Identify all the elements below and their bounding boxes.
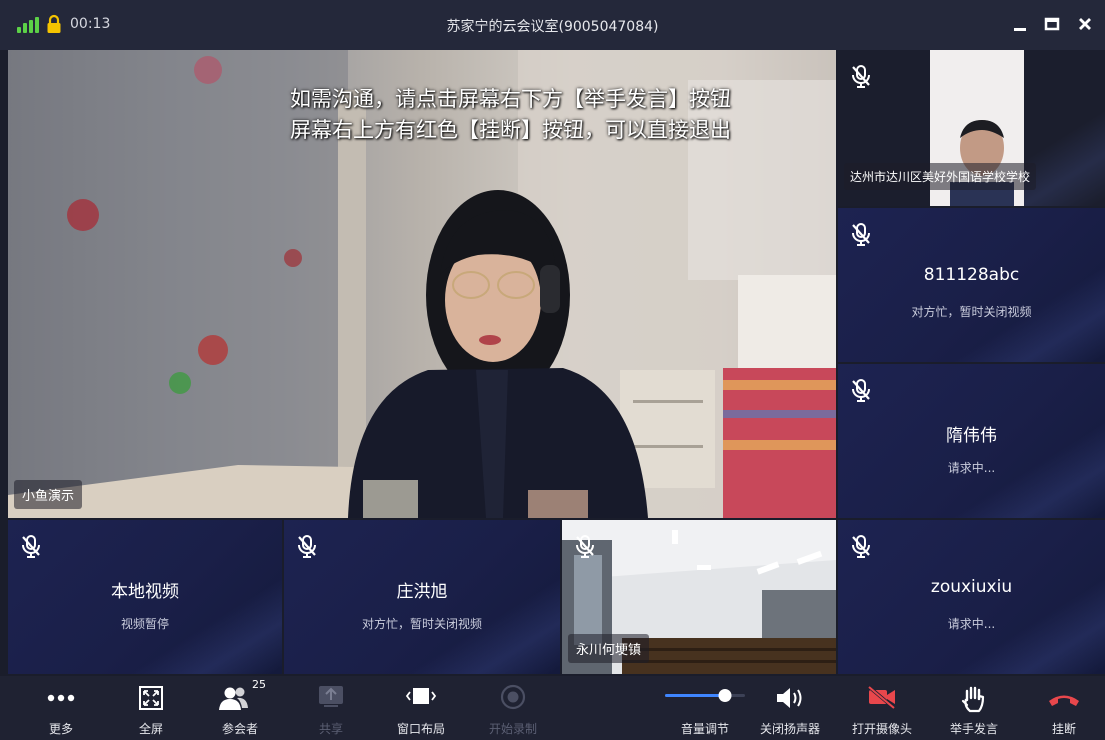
close-button[interactable] [1073, 12, 1097, 36]
speaker-button[interactable]: 关闭扬声器 [752, 676, 828, 740]
mic-muted-icon [22, 535, 40, 558]
fullscreen-icon [139, 686, 163, 710]
mic-muted-icon [576, 535, 594, 558]
record-icon [500, 684, 526, 710]
bottom-tile-1[interactable]: 庄洪旭 对方忙，暂时关闭视频 [284, 520, 560, 674]
hangup-icon [1049, 695, 1079, 706]
control-toolbar: 更多 全屏 25 参会者 共享 窗口布局 开始录制 音量调节 关闭扬声器 打开摄… [0, 676, 1105, 740]
raise-hand-button[interactable]: 举手发言 [936, 676, 1012, 740]
hangup-label: 挂断 [1051, 722, 1076, 736]
speaker-label: 关闭扬声器 [759, 722, 820, 736]
raise-hand-label: 举手发言 [949, 722, 998, 736]
share-icon [319, 686, 343, 707]
fullscreen-button[interactable]: 全屏 [126, 676, 176, 740]
participant-status: 视频暂停 [120, 617, 169, 631]
layout-button[interactable]: 窗口布局 [388, 676, 454, 740]
side-tile-1[interactable]: 811128abc 对方忙，暂时关闭视频 [838, 208, 1105, 362]
record-button[interactable]: 开始录制 [480, 676, 546, 740]
side-tile-0[interactable]: 达州市达川区美好外国语学校学校 [838, 50, 1105, 206]
participants-label: 参会者 [221, 722, 258, 736]
share-button[interactable]: 共享 [306, 676, 356, 740]
participant-status: 请求中... [947, 461, 996, 475]
participant-status: 对方忙，暂时关闭视频 [361, 617, 482, 631]
main-video-name-tag: 小鱼演示 [14, 480, 83, 509]
camera-off-icon [866, 684, 896, 710]
fullscreen-label: 全屏 [138, 722, 163, 736]
mic-muted-icon [852, 535, 870, 558]
subtitle-line-1: 如需沟通，请点击屏幕右下方【举手发言】按钮 [290, 87, 731, 111]
side-tile-2[interactable]: 隋伟伟 请求中... [838, 364, 1105, 518]
share-label: 共享 [318, 722, 343, 736]
side-tile-0-name-tag: 达州市达川区美好外国语学校学校 [844, 163, 1037, 190]
participant-name: zouxiuxiu [930, 577, 1013, 597]
mic-muted-icon [298, 535, 316, 558]
volume-slider-knob[interactable] [718, 689, 732, 702]
participant-name: 本地视频 [111, 582, 179, 602]
layout-label: 窗口布局 [396, 722, 445, 736]
hangup-button[interactable]: 挂断 [1036, 676, 1092, 740]
participant-name: 隋伟伟 [946, 426, 997, 446]
raise-hand-icon [961, 686, 985, 713]
participant-count: 25 [252, 678, 266, 691]
title-bar: 00:13 苏家宁的云会议室(9005047084) [0, 0, 1105, 50]
camera-label: 打开摄像头 [851, 722, 912, 736]
mic-muted-icon [852, 65, 870, 88]
volume-slider-fill [665, 694, 725, 697]
subtitle-line-2: 屏幕右上方有红色【挂断】按钮，可以直接退出 [290, 118, 731, 142]
maximize-button[interactable] [1040, 12, 1064, 36]
side-tile-3[interactable]: zouxiuxiu 请求中... [838, 520, 1105, 674]
participant-status: 对方忙，暂时关闭视频 [911, 305, 1032, 319]
bottom-tile-2-name-tag: 永川何埂镇 [568, 634, 650, 663]
more-icon [47, 694, 75, 702]
minimize-button[interactable] [1008, 12, 1032, 36]
mic-muted-icon [852, 379, 870, 402]
bottom-tile-2[interactable]: 永川何埂镇 [562, 520, 836, 674]
bottom-tile-0[interactable]: 本地视频 视频暂停 [8, 520, 282, 674]
participants-icon [219, 687, 248, 710]
record-label: 开始录制 [488, 722, 537, 736]
layout-icon [405, 688, 437, 704]
main-video[interactable]: 如需沟通，请点击屏幕右下方【举手发言】按钮 屏幕右上方有红色【挂断】按钮，可以直… [8, 50, 836, 518]
camera-button[interactable]: 打开摄像头 [844, 676, 920, 740]
speaker-icon [777, 688, 802, 708]
participant-status: 请求中... [947, 617, 996, 631]
mic-muted-icon [852, 223, 870, 246]
participants-button[interactable]: 25 参会者 [212, 676, 268, 740]
more-label: 更多 [48, 722, 73, 736]
volume-label: 音量调节 [680, 722, 729, 736]
window-title: 苏家宁的云会议室(9005047084) [446, 19, 659, 35]
broadcast-subtitle: 如需沟通，请点击屏幕右下方【举手发言】按钮 屏幕右上方有红色【挂断】按钮，可以直… [290, 84, 731, 146]
more-button[interactable]: 更多 [36, 676, 86, 740]
participant-name: 庄洪旭 [396, 582, 448, 602]
volume-slider[interactable] [663, 684, 747, 708]
volume-control[interactable]: 音量调节 [650, 676, 760, 740]
participant-name: 811128abc [923, 265, 1020, 285]
